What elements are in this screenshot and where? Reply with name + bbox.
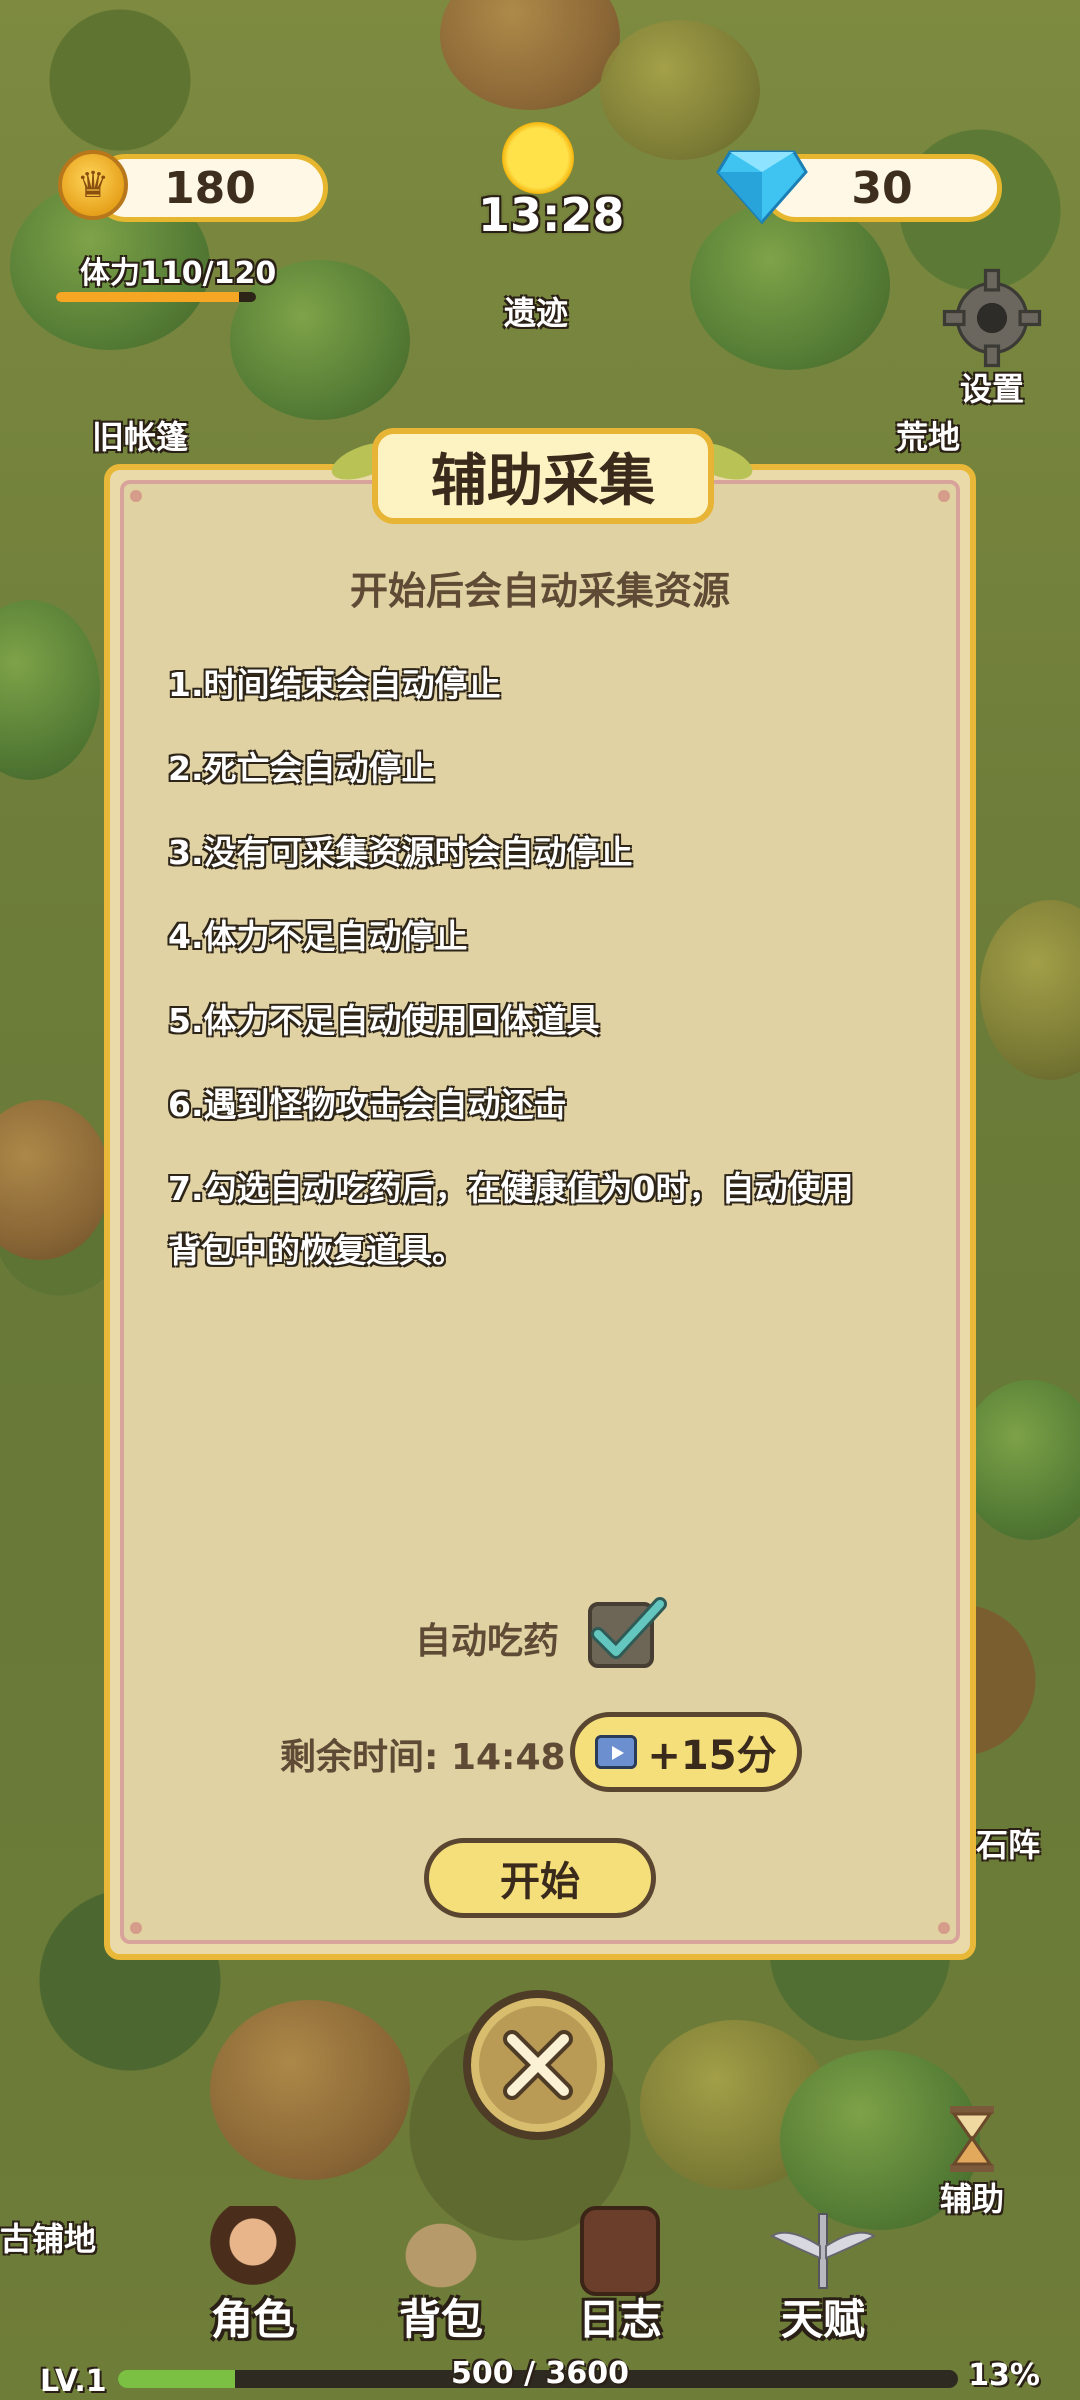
start-button[interactable]: 开始 xyxy=(424,1838,656,1918)
hourglass-icon xyxy=(950,2106,994,2172)
diamond-icon xyxy=(716,150,808,225)
coin-amount: 180 xyxy=(164,162,256,214)
map-label-shop[interactable]: 古铺地 xyxy=(0,2214,96,2260)
gear-icon xyxy=(942,268,1042,368)
assist-label: 辅助 xyxy=(940,2180,1005,2218)
stamina-label: 体力110/120 xyxy=(80,256,277,291)
dialog-title: 辅助采集 xyxy=(372,428,714,524)
xp-text: 500 / 3600 xyxy=(451,2356,629,2391)
xp-percent: 13% xyxy=(968,2358,1040,2393)
close-icon xyxy=(503,2030,573,2100)
backpack-icon xyxy=(386,2206,496,2296)
rule-item: 1.时间结束会自动停止 xyxy=(168,665,501,704)
corner-dot xyxy=(938,1922,950,1934)
rule-item: 5.体力不足自动使用回体道具 xyxy=(168,1001,600,1040)
rule-item: 3.没有可采集资源时会自动停止 xyxy=(168,833,633,872)
crown-coin-icon: ♛ xyxy=(58,150,128,220)
game-time: 13:28 xyxy=(478,188,625,242)
settings-button[interactable]: 设置 xyxy=(938,264,1046,410)
close-button[interactable] xyxy=(463,1990,613,2140)
checkmark-icon xyxy=(591,1597,667,1659)
assist-button[interactable]: 辅助 xyxy=(940,2104,1004,2220)
extend-time-button[interactable]: +15分 xyxy=(570,1712,802,1792)
nav-character-label: 角色 xyxy=(210,2295,295,2344)
remaining-time: 剩余时间: 14:48 xyxy=(280,1728,566,1780)
gem-amount: 30 xyxy=(851,162,913,214)
auto-potion-label: 自动吃药 xyxy=(415,1621,560,1662)
remaining-time-value: 14:48 xyxy=(450,1737,566,1778)
corner-dot xyxy=(130,1922,142,1934)
rule-item: 7.勾选自动吃药后，在健康值为0时，自动使用 xyxy=(168,1169,854,1208)
rule-item: 6.遇到怪物攻击会自动还击 xyxy=(168,1085,567,1124)
map-label-ruins[interactable]: 遗迹 xyxy=(504,288,568,334)
character-portrait-icon xyxy=(198,2206,308,2296)
map-label-old-tent[interactable]: 旧帐篷 xyxy=(92,412,188,458)
nav-talent[interactable]: 天赋 xyxy=(768,2206,878,2347)
map-label-stone-array[interactable]: 石阵 xyxy=(976,1820,1040,1866)
settings-label: 设置 xyxy=(959,370,1024,408)
rule-item: 背包中的恢复道具。 xyxy=(168,1231,465,1270)
stamina-bar xyxy=(56,292,256,302)
journal-book-icon xyxy=(580,2206,660,2296)
corner-dot xyxy=(938,490,950,502)
start-button-label: 开始 xyxy=(500,1859,580,1905)
winged-sword-icon xyxy=(769,2213,877,2289)
auto-potion-checkbox[interactable] xyxy=(588,1597,667,1668)
tree xyxy=(210,2000,410,2180)
rule-item: 4.体力不足自动停止 xyxy=(168,917,468,956)
tree xyxy=(600,20,760,160)
stamina-fill xyxy=(56,292,240,302)
nav-character[interactable]: 角色 xyxy=(198,2206,308,2347)
nav-talent-label: 天赋 xyxy=(780,2295,865,2344)
rule-item: 2.死亡会自动停止 xyxy=(168,749,435,788)
nav-backpack[interactable]: 背包 xyxy=(386,2206,496,2347)
dialog-subtitle: 开始后会自动采集资源 xyxy=(349,569,730,613)
extend-time-label: +15分 xyxy=(647,1733,777,1779)
nav-backpack-label: 背包 xyxy=(398,2295,483,2344)
remaining-time-label: 剩余时间: xyxy=(280,1737,439,1778)
nav-journal[interactable]: 日志 xyxy=(578,2206,662,2347)
nav-journal-label: 日志 xyxy=(578,2295,663,2344)
corner-dot xyxy=(130,490,142,502)
tv-ad-icon xyxy=(595,1735,638,1769)
map-label-wasteland[interactable]: 荒地 xyxy=(896,412,960,458)
